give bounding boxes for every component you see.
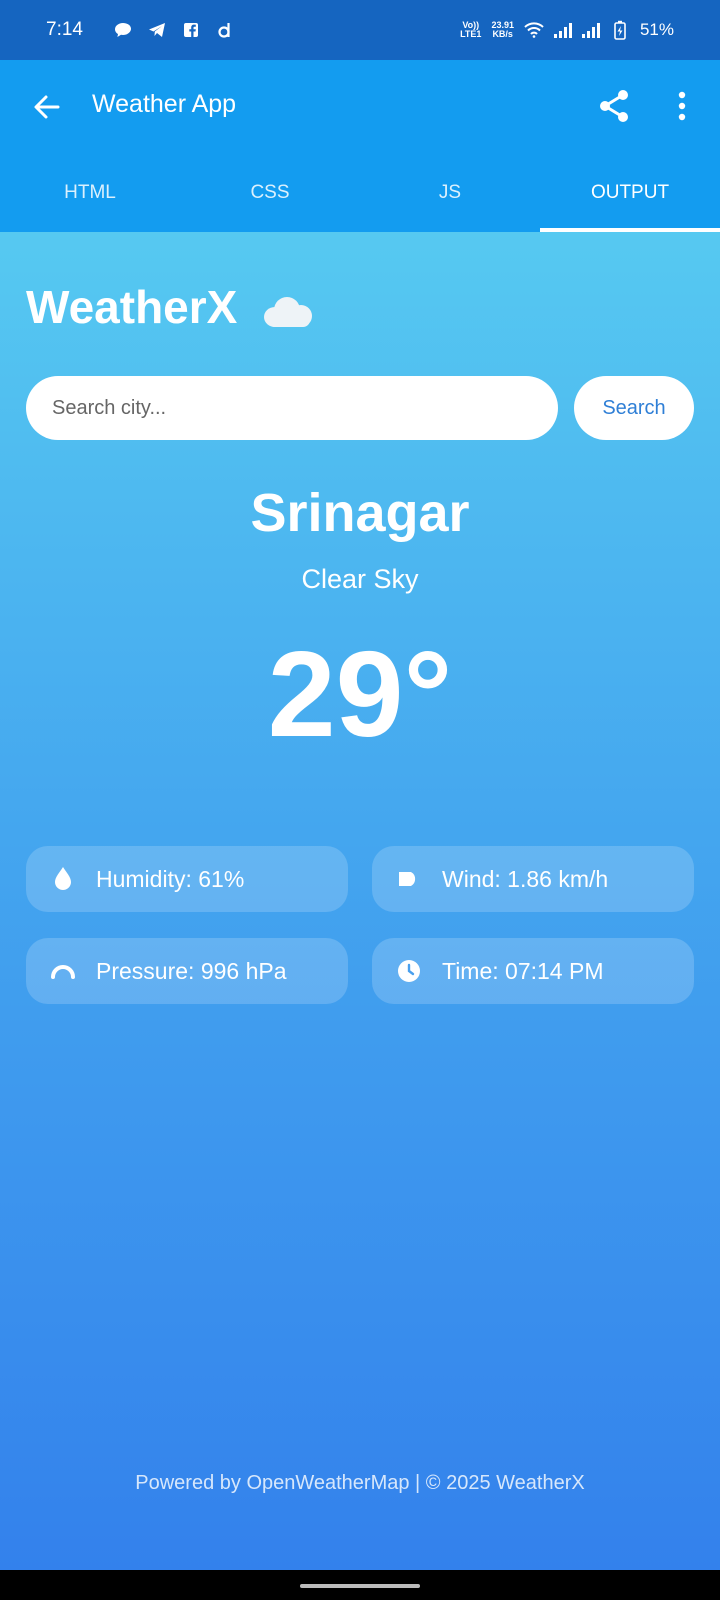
wind-card: Wind: 1.86 km/h — [372, 846, 694, 912]
system-nav-bar — [0, 1570, 720, 1600]
volte-bottom: LTE1 — [460, 29, 482, 39]
facebook-icon — [181, 21, 201, 39]
weather-condition: Clear Sky — [301, 564, 419, 594]
share-button[interactable] — [594, 86, 634, 126]
search-button[interactable]: Search — [574, 376, 694, 440]
brand-header: WeatherX — [26, 280, 316, 334]
tab-js[interactable]: JS — [360, 154, 540, 232]
more-options-button[interactable] — [664, 86, 700, 126]
tab-output[interactable]: OUTPUT — [540, 154, 720, 232]
wind-text: Wind: 1.86 km/h — [442, 865, 609, 892]
output-preview: WeatherX Search Srinagar Clear Sky 29° H… — [0, 232, 720, 1570]
back-button[interactable] — [28, 88, 66, 126]
status-right: Vo)) LTE1 23.91 KB/s 51% — [460, 20, 674, 40]
status-left: 7:14 — [46, 19, 235, 41]
telegram-icon — [147, 21, 167, 39]
more-vert-icon — [678, 91, 686, 121]
home-gesture-handle[interactable] — [300, 1584, 420, 1588]
cloud-icon — [260, 295, 316, 327]
brand-title: WeatherX — [26, 281, 238, 333]
battery-percent: 51% — [639, 20, 674, 39]
editor-tabs: HTML CSS JS OUTPUT — [0, 154, 720, 232]
pressure-card: Pressure: 996 hPa — [26, 938, 348, 1004]
network-speed: 23.91 KB/s — [491, 21, 514, 39]
clock-icon — [396, 958, 422, 984]
volte-indicator: Vo)) LTE1 — [460, 21, 481, 39]
wind-icon — [396, 866, 422, 892]
status-bar: 7:14 Vo)) LTE1 23.91 KB/s 51% — [0, 0, 720, 60]
pressure-text: Pressure: 996 hPa — [96, 957, 287, 984]
humidity-text: Humidity: 61% — [96, 865, 245, 892]
time-text: Time: 07:14 PM — [442, 957, 604, 984]
status-time: 7:14 — [46, 19, 83, 40]
droplet-icon — [50, 866, 76, 892]
wifi-icon — [524, 21, 544, 39]
footer-credit: Powered by OpenWeatherMap | © 2025 Weath… — [135, 1472, 585, 1494]
city-name: Srinagar — [250, 483, 470, 543]
search-input[interactable] — [26, 376, 558, 440]
chat-bubble-icon — [113, 21, 133, 39]
back-arrow-icon — [34, 95, 60, 119]
time-card: Time: 07:14 PM — [372, 938, 694, 1004]
tab-css[interactable]: CSS — [180, 154, 360, 232]
signal-sim2-icon — [581, 22, 600, 38]
signal-sim1-icon — [553, 22, 572, 38]
share-icon — [600, 90, 628, 122]
tab-html[interactable]: HTML — [0, 154, 180, 232]
app-title: Weather App — [92, 90, 237, 118]
gauge-icon — [50, 958, 76, 984]
battery-charging-icon — [610, 20, 630, 40]
d-app-icon — [215, 21, 235, 39]
temperature: 29° — [267, 626, 453, 762]
humidity-card: Humidity: 61% — [26, 846, 348, 912]
app-bar: Weather App — [0, 60, 720, 154]
network-speed-unit: KB/s — [492, 29, 513, 39]
